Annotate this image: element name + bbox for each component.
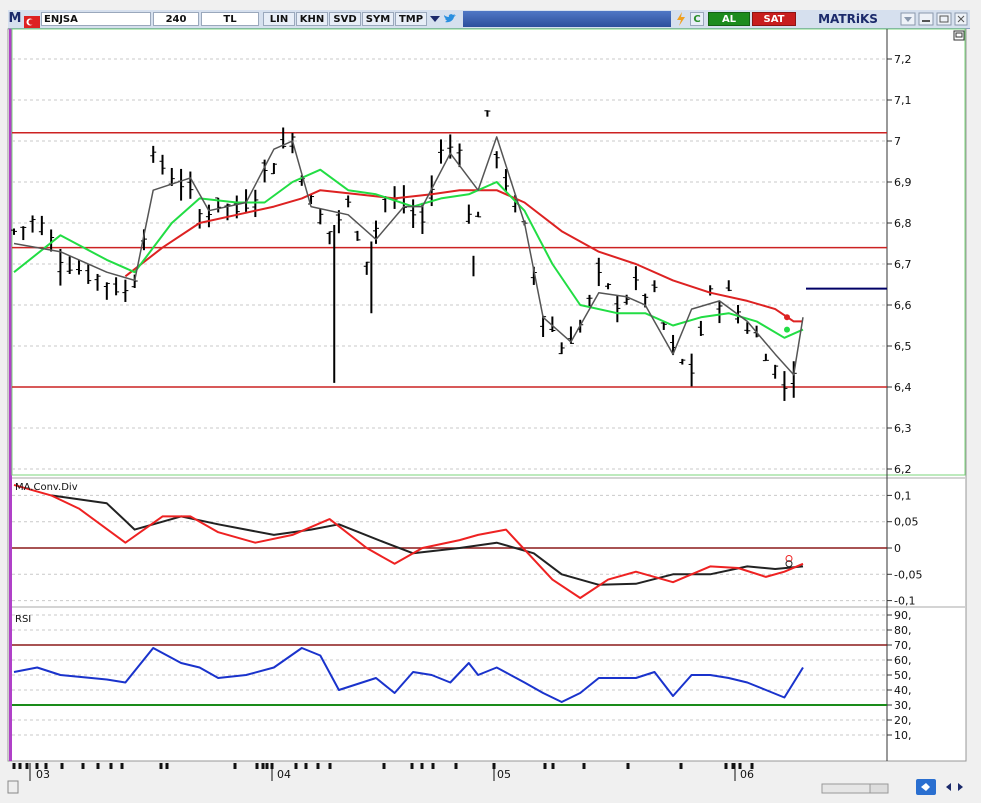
- rsi-y-tick-label: 10,: [894, 729, 912, 742]
- x-tick-label-04: 04: [277, 768, 291, 781]
- price-y-tick-label: 6,4: [894, 381, 912, 394]
- price-y-tick-label: 6,5: [894, 340, 912, 353]
- rsi-y-tick-label: 80,: [894, 624, 912, 637]
- macd-y-tick-label: -0,05: [894, 568, 922, 581]
- rsi-y-tick-label: 30,: [894, 699, 912, 712]
- macd-y-tick-label: 0: [894, 542, 901, 555]
- x-axis: 03 04 05 06: [12, 763, 754, 781]
- scroll-left-button[interactable]: [7, 780, 19, 794]
- chart-area: 7,2 7,1 7 6,9 6,8 6,7 6,6 6,5 6,4 6,3 6,2 0,1 0,05 0 -…: [7, 28, 967, 795]
- rsi-y-tick-label: 90,: [894, 609, 912, 622]
- x-tick-label-06: 06: [740, 768, 754, 781]
- chart-window: M ENJSA 240 TL LIN KHN SVD SYM TMP C AL …: [0, 0, 981, 803]
- macd-y-tick-label: -0,1: [894, 595, 915, 608]
- price-y-tick-label: 7: [894, 135, 901, 148]
- rsi-y-tick-label: 70,: [894, 639, 912, 652]
- price-y-tick-label: 7,1: [894, 94, 912, 107]
- rsi-y-tick-label: 20,: [894, 714, 912, 727]
- nav-right-icon[interactable]: [958, 783, 963, 791]
- ma-slow-end-marker: [784, 314, 790, 321]
- rsi-y-tick-label: 60,: [894, 654, 912, 667]
- macd-y-tick-label: 0,05: [894, 516, 919, 529]
- price-y-tick-label: 7,2: [894, 53, 912, 66]
- rsi-y-tick-label: 50,: [894, 669, 912, 682]
- price-y-tick-label: 6,2: [894, 463, 912, 476]
- scrollbar-thumb[interactable]: [869, 783, 889, 794]
- macd-y-tick-label: 0,1: [894, 489, 912, 502]
- rsi-title: RSI: [15, 614, 31, 625]
- rsi-y-tick-label: 40,: [894, 684, 912, 697]
- price-y-tick-label: 6,9: [894, 176, 912, 189]
- x-tick-label-03: 03: [36, 768, 50, 781]
- x-tick-label-05: 05: [497, 768, 511, 781]
- macd-title: MA.Conv.Div: [15, 482, 78, 493]
- price-y-tick-label: 6,3: [894, 422, 912, 435]
- price-y-tick-label: 6,6: [894, 299, 912, 312]
- price-y-tick-label: 6,7: [894, 258, 912, 271]
- price-y-tick-label: 6,8: [894, 217, 912, 230]
- nav-left-icon[interactable]: [946, 783, 951, 791]
- ma-fast-end-marker: [784, 326, 790, 333]
